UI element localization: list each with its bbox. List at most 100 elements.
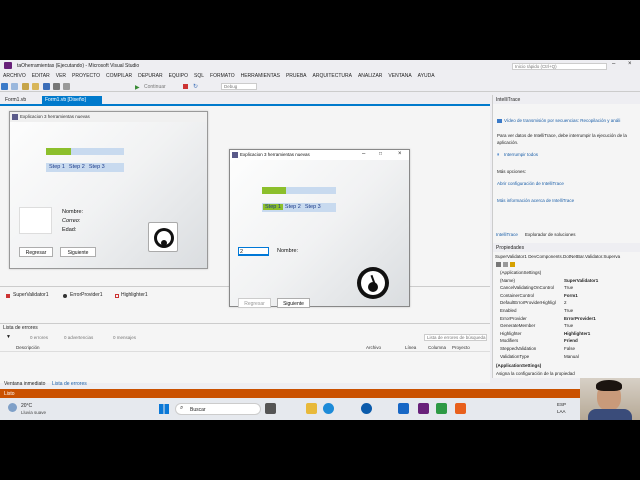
property-value[interactable]: Form1: [564, 293, 578, 298]
orange-app-icon[interactable]: [455, 403, 466, 414]
menu-sql[interactable]: SQL: [191, 71, 207, 79]
events-icon[interactable]: [510, 262, 515, 267]
restart-icon[interactable]: ↻: [193, 83, 198, 90]
running-text-input[interactable]: 2: [238, 247, 269, 256]
menu-ayuda[interactable]: AYUDA: [415, 71, 438, 79]
lang-indicator[interactable]: ESP: [557, 402, 566, 407]
messages-count-button[interactable]: 0 mensajes: [113, 335, 136, 340]
menu-compilar[interactable]: COMPILAR: [103, 71, 135, 79]
edge-icon[interactable]: [323, 403, 334, 414]
menu-archivo[interactable]: ARCHIVO: [0, 71, 29, 79]
menu-equipo[interactable]: EQUIPO: [166, 71, 191, 79]
tray-errorprovider[interactable]: ErrorProvider1: [70, 292, 103, 298]
property-row[interactable]: SteppedValidation False: [493, 346, 640, 353]
menu-herramientas[interactable]: HERRAMIENTAS: [238, 71, 283, 79]
property-row[interactable]: GenerateMember True: [493, 323, 640, 330]
weather-temp[interactable]: 20°C: [21, 403, 32, 409]
running-step-3[interactable]: Step 3: [303, 204, 323, 210]
alphabetical-icon[interactable]: [503, 262, 508, 267]
property-row[interactable]: (Name) SuperValidator1: [493, 278, 640, 285]
col-descripcion[interactable]: Descripción: [16, 345, 40, 350]
running-step-2[interactable]: Step 2: [283, 204, 303, 210]
property-value[interactable]: True: [564, 308, 573, 313]
property-row[interactable]: ValidationType Manual: [493, 354, 640, 361]
running-close-button[interactable]: ×: [398, 151, 402, 157]
redo-icon[interactable]: [63, 83, 71, 90]
close-button[interactable]: ×: [628, 61, 632, 67]
tab-intellitrace[interactable]: IntelliTrace: [496, 232, 518, 237]
property-value[interactable]: 2: [564, 300, 567, 305]
intellitrace-video-link[interactable]: Vídeo de transmisión por secuencias: Rec…: [504, 118, 620, 123]
quick-launch-input[interactable]: Inicio rápido (Ctrl+Q): [512, 63, 607, 70]
interrumpir-todos-link[interactable]: Interrumpir todos: [504, 152, 538, 157]
property-row[interactable]: DefaultErrorProviderHighligl 2: [493, 300, 640, 307]
vs-taskbar-icon[interactable]: [418, 403, 429, 414]
start-button-icon[interactable]: [159, 404, 169, 414]
weather-desc[interactable]: Lluvia suave: [21, 410, 46, 415]
tray-supervalidator[interactable]: SuperValidator1: [13, 292, 49, 298]
lang-indicator-2[interactable]: LAA: [557, 409, 566, 414]
taskview-icon[interactable]: [265, 403, 276, 414]
menu-ventana[interactable]: VENTANA: [385, 71, 414, 79]
tray-highlighter[interactable]: Highlighter1: [121, 292, 148, 298]
error-list-search[interactable]: Lista de errores de búsqueda: [424, 334, 487, 341]
properties-object-selector[interactable]: SuperValidator1 DevComponents.DotNetBar.…: [495, 254, 639, 259]
col-linea[interactable]: Línea: [405, 345, 416, 350]
property-value[interactable]: Manual: [564, 354, 579, 359]
menu-arquitectura[interactable]: ARQUITECTURA: [310, 71, 355, 79]
menu-depurar[interactable]: DEPURAR: [135, 71, 165, 79]
minimize-button[interactable]: –: [612, 61, 615, 67]
designer-next-button[interactable]: Siguiente: [60, 247, 96, 257]
save-icon[interactable]: [42, 83, 50, 90]
property-value[interactable]: Friend: [564, 338, 578, 343]
continue-button[interactable]: Continuar: [144, 84, 166, 90]
running-back-button[interactable]: Regresar: [238, 298, 271, 308]
tab-form1-designer[interactable]: Form1.vb [Diseño]: [42, 96, 102, 104]
property-row[interactable]: ContainerControl Form1: [493, 293, 640, 300]
tab-lista-errores[interactable]: Lista de errores: [52, 381, 87, 387]
menu-formato[interactable]: FORMATO: [207, 71, 238, 79]
back-icon[interactable]: [1, 83, 8, 90]
running-minimize-button[interactable]: –: [362, 151, 365, 157]
designer-back-button[interactable]: Regresar: [19, 247, 53, 257]
menu-editar[interactable]: EDITAR: [29, 71, 53, 79]
error-filter-icon[interactable]: ▼: [6, 334, 11, 340]
tab-form1-vb[interactable]: Form1.vb: [2, 96, 29, 104]
explorer-icon[interactable]: [306, 403, 317, 414]
property-value[interactable]: True: [564, 285, 573, 290]
open-icon[interactable]: [32, 83, 40, 90]
property-row[interactable]: Enabled True: [493, 308, 640, 315]
green-app-icon[interactable]: [436, 403, 447, 414]
tab-solution-explorer[interactable]: Explorador de soluciones: [525, 232, 576, 237]
warnings-count-button[interactable]: 0 advertencias: [64, 335, 93, 340]
property-row[interactable]: Highlighter Highlighter1: [493, 331, 640, 338]
menu-prueba[interactable]: PRUEBA: [283, 71, 310, 79]
property-value[interactable]: Highlighter1: [564, 331, 590, 336]
running-next-button[interactable]: Siguiente: [277, 298, 310, 308]
designer-input-box[interactable]: [19, 207, 52, 234]
property-value[interactable]: ErrorProvider1: [564, 316, 596, 321]
outlook-icon[interactable]: [398, 403, 409, 414]
property-value[interactable]: True: [564, 323, 573, 328]
errors-count-button[interactable]: 0 errores: [30, 335, 48, 340]
new-file-icon[interactable]: [21, 83, 29, 90]
forward-icon[interactable]: [11, 83, 19, 90]
menu-proyecto[interactable]: PROYECTO: [69, 71, 103, 79]
stop-icon[interactable]: [183, 84, 188, 89]
categorized-icon[interactable]: [496, 262, 501, 267]
taskbar-search[interactable]: ⌕ Buscar: [175, 403, 261, 415]
col-archivo[interactable]: Archivo: [366, 345, 381, 350]
continue-play-icon[interactable]: ▶: [135, 84, 140, 91]
property-row[interactable]: Modifiers Friend: [493, 338, 640, 345]
undo-icon[interactable]: [52, 83, 60, 90]
menu-ver[interactable]: VER: [53, 71, 69, 79]
menu-analizar[interactable]: ANALIZAR: [355, 71, 385, 79]
hp-icon[interactable]: [361, 403, 372, 414]
designer-form[interactable]: Explicacion 3 herramientas nuevas Step 1…: [9, 111, 208, 269]
tab-ventana-inmediato[interactable]: Ventana inmediato: [4, 381, 45, 387]
config-link[interactable]: Abrir configuración de IntelliTrace: [497, 181, 564, 186]
property-row[interactable]: ErrorProvider ErrorProvider1: [493, 316, 640, 323]
more-info-link[interactable]: Más información acerca de IntelliTrace: [497, 198, 574, 203]
property-value[interactable]: False: [564, 346, 575, 351]
running-form[interactable]: Explicacion 3 herramientas nuevas – □ × …: [229, 149, 410, 308]
